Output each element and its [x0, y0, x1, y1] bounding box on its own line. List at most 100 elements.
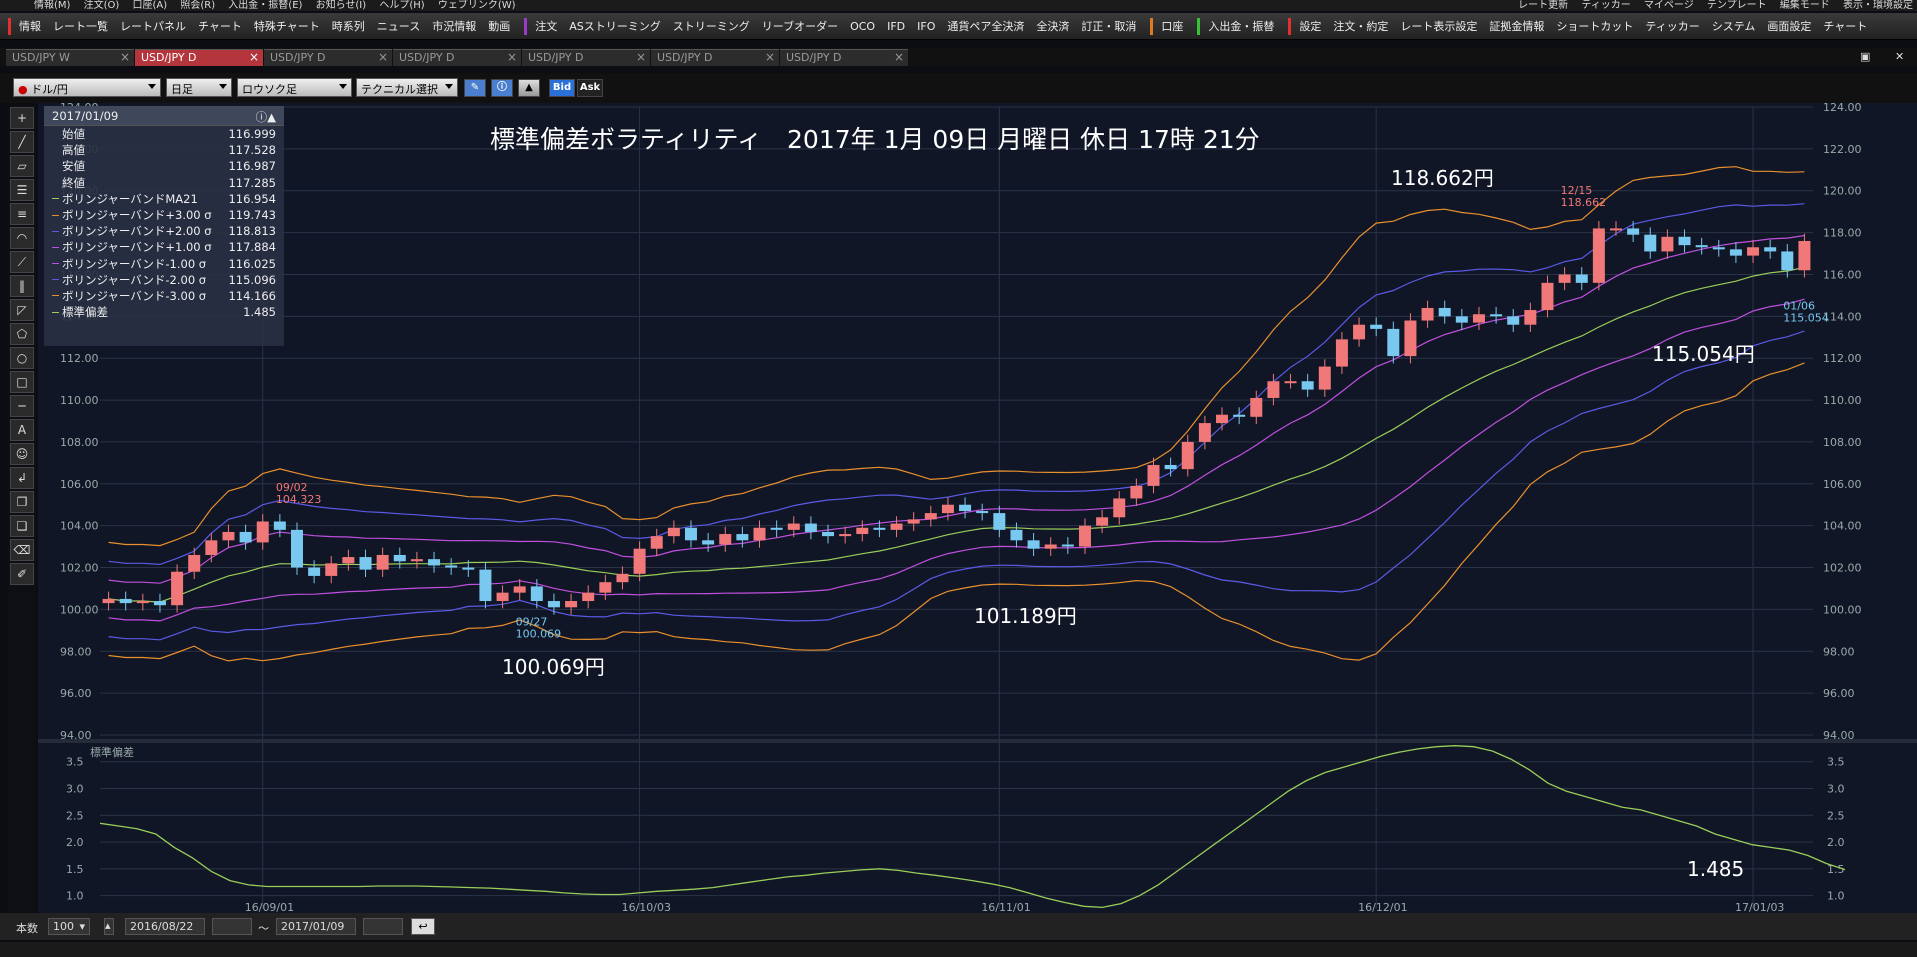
- toolbar-button[interactable]: OCO: [844, 13, 881, 39]
- toolbar-button[interactable]: ショートカット: [1550, 13, 1639, 39]
- toolbar-button[interactable]: 注文: [529, 13, 563, 39]
- close-icon[interactable]: ×: [120, 50, 130, 64]
- menu-item-order[interactable]: 注文(O): [84, 0, 120, 11]
- price-chart[interactable]: 94.00 94.00 96.00 96.00 98.00 98.00 100.00 100.…: [38, 103, 1917, 913]
- step-up-icon[interactable]: ▴: [104, 918, 114, 935]
- toolbar-button[interactable]: 情報: [13, 13, 47, 39]
- toolbar-button[interactable]: 訂正・取消: [1075, 13, 1142, 39]
- toolbar-button[interactable]: 入出金・振替: [1202, 13, 1280, 39]
- toolbar-button[interactable]: 口座: [1155, 13, 1189, 39]
- menu-item-notice[interactable]: お知らせ(I): [316, 0, 367, 11]
- pen-icon[interactable]: ✎: [464, 79, 486, 97]
- window-close-icon[interactable]: ✕: [1895, 50, 1904, 63]
- toolbar-button[interactable]: 証拠金情報: [1483, 13, 1550, 39]
- to-date-input[interactable]: 2017/01/09: [276, 918, 356, 935]
- toolbar-button[interactable]: チャート: [192, 13, 248, 39]
- close-icon[interactable]: ×: [249, 50, 259, 64]
- toolbar-button[interactable]: ニュース: [371, 13, 426, 39]
- toolbar-button[interactable]: チャート: [1817, 13, 1873, 39]
- trendline-icon[interactable]: ╱: [10, 131, 34, 153]
- arc-icon[interactable]: ◠: [10, 227, 34, 249]
- info-icon[interactable]: ⓘ: [491, 79, 513, 97]
- toolbar-button[interactable]: 注文・約定: [1327, 13, 1394, 39]
- technical-select[interactable]: テクニカル選択: [356, 78, 458, 97]
- close-icon[interactable]: ×: [507, 50, 517, 64]
- horizontal-lines-icon[interactable]: ☰: [10, 179, 34, 201]
- toolbar-button[interactable]: 通貨ペア全決済: [941, 13, 1030, 39]
- bid-button[interactable]: Bid: [549, 79, 575, 97]
- toolbar-button[interactable]: リーブオーダー: [756, 13, 844, 39]
- tab-chart-1[interactable]: USD/JPY W ×: [6, 49, 134, 66]
- chart-style-select[interactable]: ロウソク足: [237, 78, 352, 97]
- return-icon[interactable]: ↩: [411, 918, 435, 935]
- menu-edit-mode[interactable]: 編集モード: [1780, 0, 1830, 11]
- line-icon[interactable]: ─: [10, 395, 34, 417]
- toolbar-button[interactable]: システム: [1706, 13, 1762, 39]
- toolbar-button[interactable]: レートパネル: [114, 13, 192, 39]
- info-collapse-icon[interactable]: ⓘ▲: [256, 109, 276, 125]
- menu-item-help[interactable]: ヘルプ(H): [379, 0, 424, 11]
- maximize-icon[interactable]: ▣: [1860, 50, 1870, 63]
- close-icon[interactable]: ×: [894, 50, 904, 64]
- tab-chart-5[interactable]: USD/JPY D ×: [522, 49, 650, 66]
- eraser-icon[interactable]: ⌫: [10, 539, 34, 561]
- toolbar-button[interactable]: 特殊チャート: [248, 13, 326, 39]
- menu-item-weblink[interactable]: ウェブリンク(W): [438, 0, 516, 11]
- toolbar-button[interactable]: ティッカー: [1639, 13, 1705, 39]
- menu-template[interactable]: テンプレート: [1707, 0, 1767, 11]
- close-icon[interactable]: ×: [636, 50, 646, 64]
- currency-pair-select[interactable]: ● ドル/円: [13, 78, 161, 97]
- menu-mypage[interactable]: マイページ: [1644, 0, 1694, 11]
- menu-item-inquiry[interactable]: 照会(R): [180, 0, 215, 11]
- rectangle-icon[interactable]: □: [10, 371, 34, 393]
- crosshair-icon[interactable]: +: [10, 107, 34, 129]
- tab-chart-7[interactable]: USD/JPY D ×: [780, 49, 908, 66]
- toolbar-button[interactable]: ストリーミング: [667, 13, 756, 39]
- eraser-all-icon[interactable]: ✐: [10, 563, 34, 585]
- count-input[interactable]: 100 ▾: [48, 918, 90, 935]
- toolbar-button[interactable]: IFO: [911, 13, 941, 39]
- emoji-icon[interactable]: ☺: [10, 443, 34, 465]
- gann-icon[interactable]: ◸: [10, 299, 34, 321]
- close-icon[interactable]: ×: [378, 50, 388, 64]
- menu-item-deposit[interactable]: 入出金・振替(E): [228, 0, 302, 11]
- polygon-icon[interactable]: ⬠: [10, 323, 34, 345]
- toolbar-button[interactable]: 設定: [1293, 13, 1327, 39]
- toolbar-button[interactable]: レート一覧: [47, 13, 114, 39]
- price-label-value: 115.054: [1783, 311, 1829, 324]
- menu-item-account[interactable]: 口座(A): [133, 0, 168, 11]
- ask-button[interactable]: Ask: [577, 79, 603, 97]
- menu-item-info[interactable]: 情報(M): [34, 0, 70, 11]
- to-time-input[interactable]: [363, 918, 403, 935]
- stamp-icon[interactable]: ↲: [10, 467, 34, 489]
- from-time-input[interactable]: [212, 918, 252, 935]
- y-tick-label-left: 106.00: [60, 478, 99, 491]
- toolbar-button[interactable]: 画面設定: [1761, 13, 1817, 39]
- toolbar-button[interactable]: 動画: [482, 13, 516, 39]
- text-icon[interactable]: A: [10, 419, 34, 441]
- vertical-lines-icon[interactable]: ‖: [10, 275, 34, 297]
- fibonacci-icon[interactable]: ≡: [10, 203, 34, 225]
- from-date-input[interactable]: 2016/08/22: [125, 918, 205, 935]
- fan-icon[interactable]: ⟋: [10, 251, 34, 273]
- menu-display-settings[interactable]: 表示・環境設定: [1843, 0, 1913, 11]
- toolbar-button[interactable]: 時系列: [326, 13, 371, 39]
- tab-chart-2[interactable]: USD/JPY D ×: [135, 49, 263, 66]
- mountain-icon[interactable]: ▲: [518, 79, 540, 97]
- period-select[interactable]: 日足: [166, 78, 232, 97]
- paste-icon[interactable]: ❏: [10, 515, 34, 537]
- copy-icon[interactable]: ❐: [10, 491, 34, 513]
- menu-rate-update[interactable]: レート更新: [1518, 0, 1568, 11]
- toolbar-button[interactable]: ASストリーミング: [563, 13, 667, 39]
- toolbar-button[interactable]: レート表示設定: [1394, 13, 1483, 39]
- menu-ticker[interactable]: ティッカー: [1581, 0, 1630, 11]
- tab-chart-6[interactable]: USD/JPY D ×: [651, 49, 779, 66]
- tab-chart-3[interactable]: USD/JPY D ×: [264, 49, 392, 66]
- toolbar-button[interactable]: 全決済: [1030, 13, 1075, 39]
- toolbar-button[interactable]: 市況情報: [426, 13, 482, 39]
- circle-icon[interactable]: ○: [10, 347, 34, 369]
- ruler-icon[interactable]: ▱: [10, 155, 34, 177]
- tab-chart-4[interactable]: USD/JPY D ×: [393, 49, 521, 66]
- close-icon[interactable]: ×: [765, 50, 775, 64]
- toolbar-button[interactable]: IFD: [881, 13, 911, 39]
